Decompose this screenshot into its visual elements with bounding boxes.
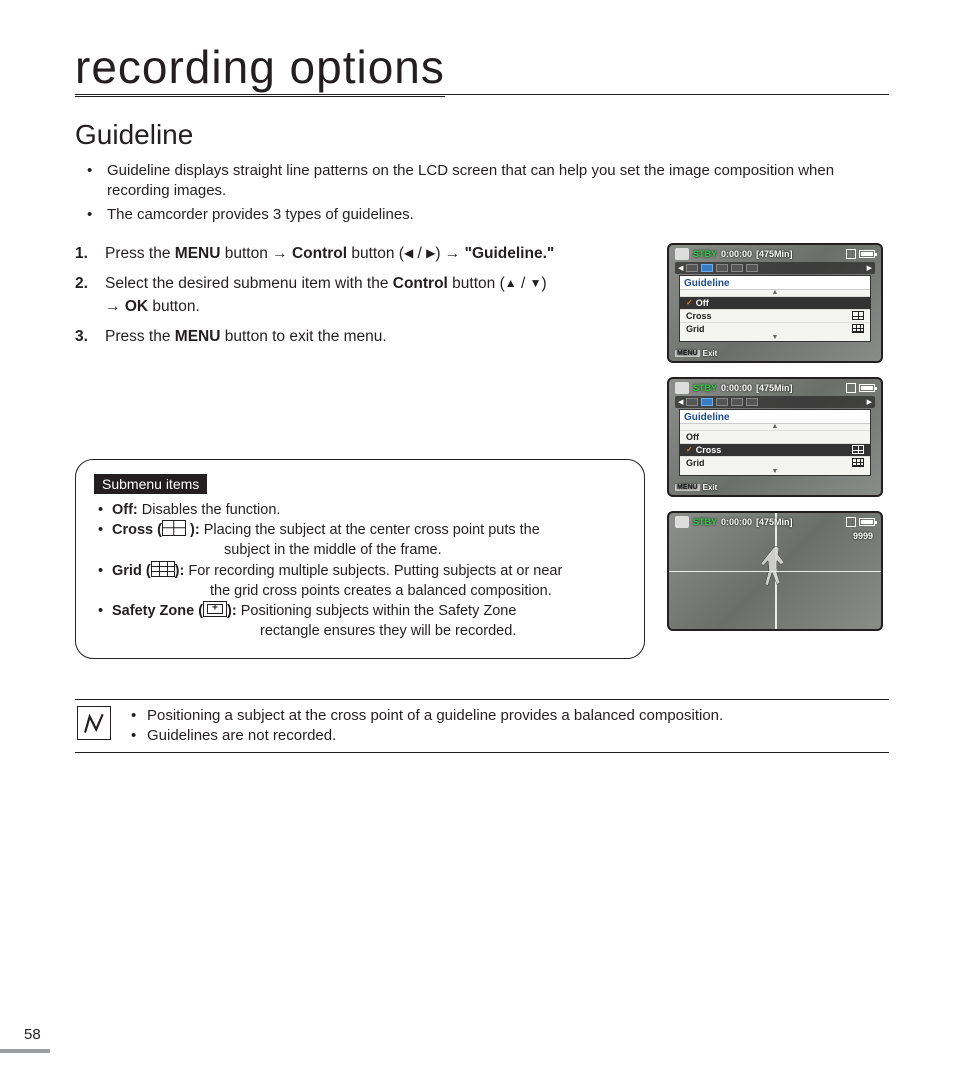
submenu-item-safety: Safety Zone (): Positioning subjects wit… (94, 601, 626, 642)
lcd-screenshot-off: STBY 0:00:00 [475Min] ◀ ▶ Guideline ▲ ✓O… (667, 243, 883, 363)
lcd-status-bar: STBY 0:00:00 [475Min] (675, 248, 875, 260)
camera-icon (675, 516, 689, 528)
check-icon: ✓ (686, 298, 693, 307)
stby-label: STBY (693, 383, 717, 393)
submenu-title: Submenu items (94, 474, 207, 494)
notes-block: Positioning a subject at the cross point… (75, 699, 889, 754)
lcd-menu-item-off: Off (680, 430, 870, 443)
lcd-menu: Guideline ▲ ✓Off Cross Grid ▼ (679, 275, 871, 342)
triangle-right-icon: ▶ (426, 245, 435, 262)
step-number: 3. (75, 326, 88, 348)
lcd-menu-item-grid: Grid (680, 456, 870, 469)
lcd-menu-header: Guideline (680, 276, 870, 290)
card-icon (846, 249, 856, 259)
step-2: 2. Select the desired submenu item with … (75, 273, 657, 318)
lcd-tab-bar: ◀ ▶ (675, 262, 875, 274)
check-icon: ✓ (686, 445, 693, 454)
grid-icon (151, 561, 175, 577)
note-item: Positioning a subject at the cross point… (125, 706, 889, 726)
step-1: 1. Press the MENU button → Control butto… (75, 243, 657, 265)
right-column: STBY 0:00:00 [475Min] ◀ ▶ Guideline ▲ ✓O… (667, 243, 889, 659)
submenu-box: Submenu items Off: Disables the function… (75, 459, 645, 659)
arrow-right-icon: → (105, 298, 121, 315)
menu-button-icon: MENU (675, 350, 700, 357)
time-label: 0:00:00 (721, 249, 752, 259)
submenu-item-cross: Cross ( ): Placing the subject at the ce… (94, 520, 626, 561)
page-number: 58 (24, 1026, 41, 1043)
submenu-item-grid: Grid (): For recording multiple subjects… (94, 561, 626, 602)
intro-bullet: The camcorder provides 3 types of guidel… (79, 205, 889, 225)
lcd-status-bar: STBY 0:00:00 [475Min] (675, 382, 875, 394)
submenu-list: Off: Disables the function. Cross ( ): P… (94, 500, 626, 642)
note-icon (77, 706, 111, 740)
grid-icon (852, 458, 864, 467)
arrow-right-icon: → (272, 245, 288, 262)
step-3: 3. Press the MENU button to exit the men… (75, 326, 657, 348)
arrow-right-icon: → (445, 245, 461, 262)
card-icon (846, 517, 856, 527)
cross-icon (852, 445, 864, 454)
triangle-up-icon: ▲ (505, 275, 517, 292)
notes-list: Positioning a subject at the cross point… (125, 706, 889, 747)
step-number: 1. (75, 243, 88, 265)
triangle-down-icon: ▼ (530, 275, 542, 292)
cross-icon (852, 311, 864, 320)
camera-icon (675, 382, 689, 394)
step-number: 2. (75, 273, 88, 295)
stby-label: STBY (693, 249, 717, 259)
triangle-left-icon: ◀ (404, 245, 413, 262)
steps-list: 1. Press the MENU button → Control butto… (75, 243, 657, 349)
grid-icon (852, 324, 864, 333)
section-heading: Guideline (75, 119, 889, 151)
lcd-footer: MENUExit (675, 483, 717, 492)
frame-count: 9999 (853, 531, 873, 541)
remain-label: [475Min] (756, 517, 793, 527)
lcd-menu-item-cross: ✓Cross (680, 443, 870, 456)
page-number-rule (0, 1049, 50, 1053)
time-label: 0:00:00 (721, 517, 752, 527)
lcd-screenshot-cross: STBY 0:00:00 [475Min] ◀ ▶ Guideline ▲ Of… (667, 377, 883, 497)
lcd-menu-header: Guideline (680, 410, 870, 424)
lcd-menu-item-grid: Grid (680, 322, 870, 335)
intro-list: Guideline displays straight line pattern… (79, 161, 889, 225)
lcd-status-bar: STBY 0:00:00 [475Min] (675, 516, 875, 528)
safety-zone-icon (203, 601, 227, 617)
stby-label: STBY (693, 517, 717, 527)
menu-button-icon: MENU (675, 484, 700, 491)
lcd-menu: Guideline ▲ Off ✓Cross Grid ▼ (679, 409, 871, 476)
remain-label: [475Min] (756, 383, 793, 393)
submenu-item-off: Off: Disables the function. (94, 500, 626, 520)
camera-icon (675, 248, 689, 260)
battery-icon (859, 384, 875, 392)
battery-icon (859, 250, 875, 258)
left-column: 1. Press the MENU button → Control butto… (75, 243, 657, 659)
main-row: 1. Press the MENU button → Control butto… (75, 243, 889, 659)
card-icon (846, 383, 856, 393)
lcd-menu-item-cross: Cross (680, 309, 870, 322)
lcd-footer: MENUExit (675, 349, 717, 358)
subject-figure (755, 543, 795, 593)
remain-label: [475Min] (756, 249, 793, 259)
lcd-tab-bar: ◀ ▶ (675, 396, 875, 408)
note-item: Guidelines are not recorded. (125, 726, 889, 746)
page-title: recording options (75, 40, 445, 97)
cross-icon (162, 520, 186, 536)
time-label: 0:00:00 (721, 383, 752, 393)
lcd-screenshot-preview: STBY 0:00:00 [475Min] 9999 (667, 511, 883, 631)
battery-icon (859, 518, 875, 526)
lcd-menu-item-off: ✓Off (680, 296, 870, 309)
intro-bullet: Guideline displays straight line pattern… (79, 161, 889, 202)
